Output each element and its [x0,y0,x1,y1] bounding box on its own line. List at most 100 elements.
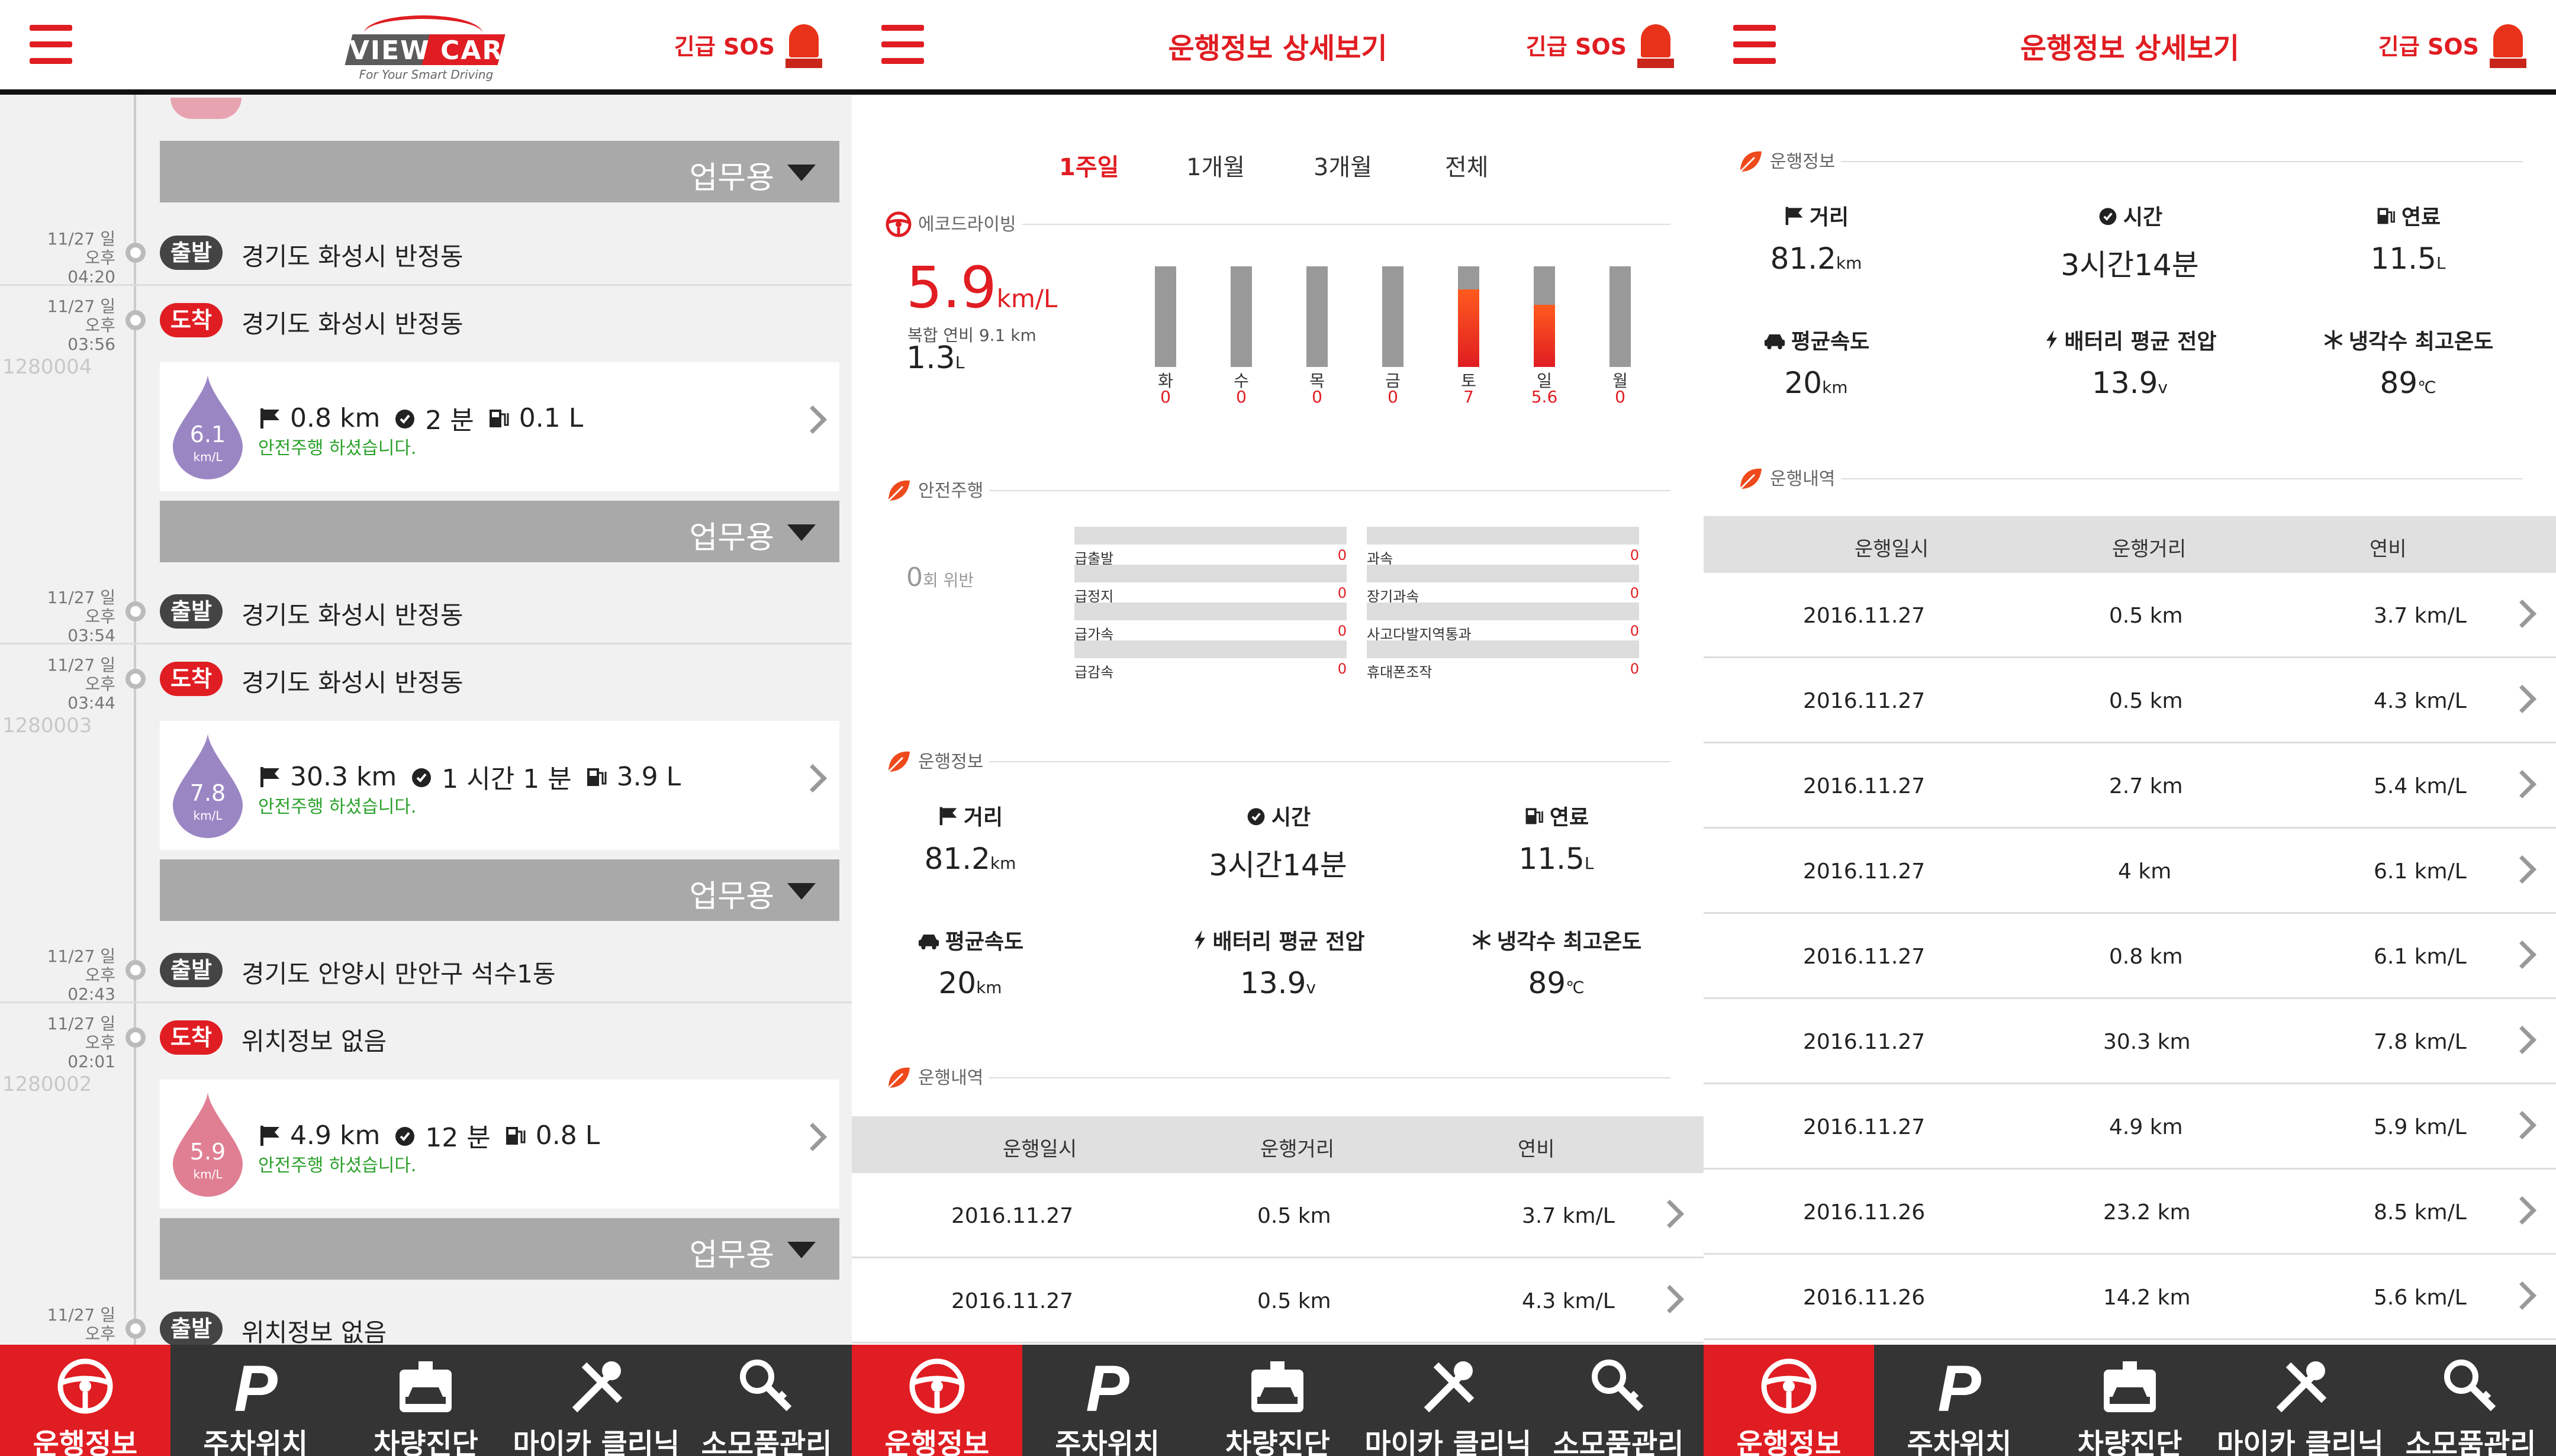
efficiency-drop: 7.8 km/L [169,732,246,839]
history-row[interactable]: 2016.11.27 0.5 km 3.7 km/L [852,1173,1704,1258]
violation-row: 장기과속 0 [1367,565,1639,605]
chevron-right-icon [2507,1025,2537,1055]
history-row[interactable]: 2016.11.27 0.5 km 3.7 km/L [1704,573,2556,658]
clock-icon [410,765,433,788]
trip-card[interactable]: 5.9 km/L 4.9 km 12 분 0.8 L 안전주행 하셨습니다. [160,1080,839,1209]
key-wrench-icon [2444,1360,2496,1412]
hamburger-menu-icon[interactable] [30,25,72,64]
history-row[interactable]: 2016.11.27 2.7 km 5.4 km/L [1704,743,2556,829]
tools-icon [572,1361,623,1413]
fuel-used: 1.3L [906,340,965,376]
history-row[interactable]: 2016.11.27 0.8 km 6.1 km/L [1704,914,2556,999]
history-row[interactable]: 2016.11.27 0.5 km 4.3 km/L [1704,658,2556,743]
car-diagnosis-icon [1251,1361,1304,1412]
nav-clinic[interactable]: 마이카 클리닉 [2215,1345,2386,1456]
section-driving-history: 운행내역 [1737,462,2523,491]
car-icon [1763,329,1786,350]
history-row[interactable]: 2016.11.27 0.5 km 4.3 km/L [852,1258,1704,1344]
tools-icon [2276,1361,2327,1413]
clock-icon [393,1123,417,1147]
tab-3month[interactable]: 3개월 [1314,148,1372,182]
sos-button[interactable]: 긴급 SOS [674,18,822,71]
car-icon [917,929,941,951]
history-table-header: 운행일시 운행거리 연비 [852,1116,1704,1173]
app-header: VIEW CAR For Your Smart Driving 긴급 SOS [0,0,852,95]
tab-all[interactable]: 전체 [1445,148,1489,182]
flag-icon [258,406,282,430]
car-diagnosis-icon [400,1361,452,1412]
nav-consumables[interactable]: 소모품관리 [2386,1345,2556,1456]
eco-efficiency: 5.9km/L [906,255,1058,321]
sos-button[interactable]: 긴급 SOS [2378,18,2526,71]
tab-1month[interactable]: 1개월 [1186,148,1245,182]
nav-consumables[interactable]: 소모품관리 [1533,1345,1704,1456]
work-purpose-bar[interactable]: 업무용 [160,859,839,921]
chart-value-label: 0 [1160,387,1171,407]
siren-icon [2490,21,2526,68]
nav-parking[interactable]: P 주차위치 [1874,1345,2045,1456]
chevron-right-icon[interactable] [798,764,828,793]
chart-value-label: 7 [1463,387,1474,407]
stat-fuel: 연료 11.5L [1518,806,1594,876]
nav-diagnosis[interactable]: 차량진단 [2045,1345,2215,1456]
chevron-right-icon [2507,940,2537,969]
violation-row: 사고다발지역통과 0 [1367,603,1639,643]
history-row[interactable]: 2016.11.27 30.3 km 7.8 km/L [1704,999,2556,1084]
tab-1week[interactable]: 1주일 [1059,148,1119,182]
period-tabs: 1주일 1개월 3개월 전체 [852,148,1704,183]
work-purpose-bar[interactable]: 업무용 [160,141,839,202]
chart-bar [1306,266,1328,367]
work-purpose-bar[interactable]: 업무용 [160,1218,839,1280]
stat-fuel: 연료 11.5L [2370,205,2446,276]
sos-button[interactable]: 긴급 SOS [1526,18,1674,71]
section-driving-info: 운행정보 [885,745,1670,774]
stat-coolant: 냉각수 최고온도 89℃ [2296,324,2520,400]
clock-icon [2097,205,2119,226]
chevron-right-icon [1655,1284,1685,1314]
history-row[interactable]: 2016.11.26 23.2 km 8.5 km/L [1704,1170,2556,1255]
timeline-event: 11/27 일 오후 03:44 도착 경기도 화성시 반정동 [47,655,463,713]
app-header: 운행정보 상세보기 긴급 SOS [852,0,1704,95]
history-row[interactable]: 2016.11.26 14.2 km 5.6 km/L [1704,1255,2556,1340]
flag-icon [1784,205,1805,226]
nav-clinic[interactable]: 마이카 클리닉 [511,1345,681,1456]
steering-wheel-icon [909,1358,965,1414]
section-eco-driving: 에코드라이빙 [885,207,1670,237]
chart-bar [1534,266,1555,367]
violation-row: 휴대폰조작 0 [1367,640,1639,681]
siren-icon [1637,21,1674,68]
nav-driving-info[interactable]: 운행정보 [852,1345,1022,1456]
leaf-icon [885,1064,912,1094]
snowflake-icon [2323,329,2344,350]
chevron-right-icon [2507,599,2537,629]
trip-id: 1280002 [2,1072,92,1096]
chevron-right-icon [1655,1199,1685,1229]
nav-clinic[interactable]: 마이카 클리닉 [1363,1345,1533,1456]
svg-text:P: P [1937,1357,1981,1416]
snowflake-icon [1471,929,1492,951]
trip-card[interactable]: 6.1 km/L 0.8 km 2 분 0.1 L 안전주행 하셨습니다. [160,362,839,491]
chevron-right-icon[interactable] [798,1122,828,1152]
chart-value-label: 0 [1615,387,1625,407]
detail-screen-scrolled: 운행정보 상세보기 긴급 SOS 운행정보 거리 81.2km 시간 3시간14분 … [1704,0,2556,1456]
nav-parking[interactable]: P 주차위치 [1022,1345,1193,1456]
stat-avg-speed: 평균속도 20km [858,925,1083,1000]
nav-driving-info[interactable]: 운행정보 [1704,1345,1874,1456]
chevron-right-icon [2507,1196,2537,1225]
svg-text:P: P [1086,1357,1129,1416]
nav-parking[interactable]: P 주차위치 [170,1345,341,1456]
history-row[interactable]: 2016.11.27 4 km 6.1 km/L [1704,829,2556,914]
nav-diagnosis[interactable]: 차량진단 [341,1345,511,1456]
nav-driving-info[interactable]: 운행정보 [0,1345,170,1456]
work-purpose-bar[interactable]: 업무용 [160,501,839,562]
chart-bar [1609,266,1631,367]
trip-card[interactable]: 7.8 km/L 30.3 km 1 시간 1 분 3.9 L 안전주행 하셨습니… [160,721,839,850]
history-row[interactable]: 2016.11.27 4.9 km 5.9 km/L [1704,1084,2556,1170]
chart-value-label: 0 [1312,387,1322,407]
violation-row: 급감속 0 [1074,640,1347,681]
chevron-right-icon[interactable] [798,405,828,434]
nav-diagnosis[interactable]: 차량진단 [1193,1345,1363,1456]
efficiency-drop: 6.1 km/L [169,373,246,481]
nav-consumables[interactable]: 소모품관리 [681,1345,852,1456]
bottom-nav: 운행정보 P 주차위치 차량진단 마이카 클리닉 소모품관리 [0,1345,852,1456]
